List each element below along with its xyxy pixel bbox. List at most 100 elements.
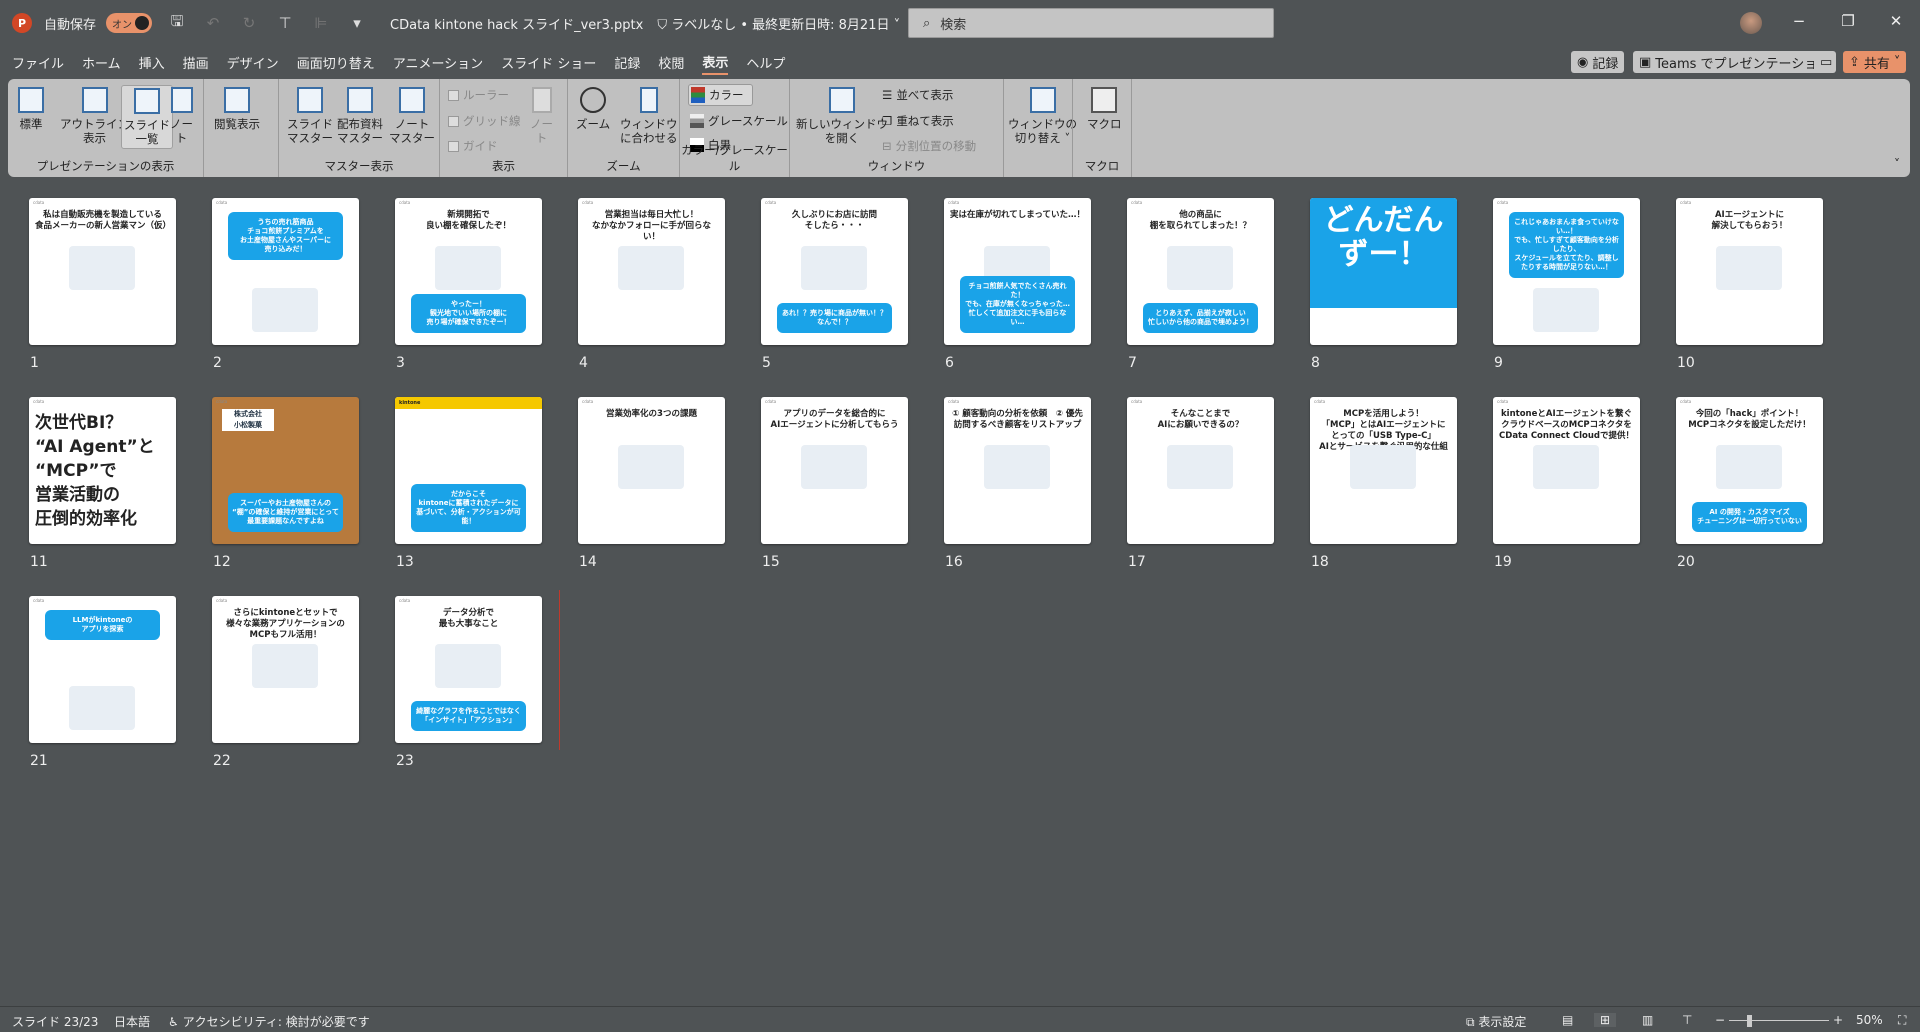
- comment-icon: ▭: [1820, 54, 1833, 70]
- avatar[interactable]: [1740, 12, 1762, 34]
- notes-page-button[interactable]: ノー ト: [168, 85, 195, 147]
- sensitivity-label[interactable]: ⛉ ラベルなし • 最終更新日時: 8月21日 ˅: [657, 14, 900, 33]
- zoom-out-button[interactable]: −: [1715, 1013, 1725, 1027]
- tab-file[interactable]: ファイル: [12, 53, 64, 74]
- slide-illustration: [252, 288, 318, 332]
- slide-thumbnail[interactable]: cdatakintoneだからこそ kintoneに蓄積されたデータに 基づいて…: [395, 397, 542, 544]
- handout-master-button[interactable]: 配布資料 マスター: [335, 85, 385, 147]
- record-button[interactable]: ◉ 記録: [1571, 51, 1625, 73]
- tab-slideshow[interactable]: スライド ショー: [501, 53, 596, 74]
- tab-view[interactable]: 表示: [702, 52, 729, 75]
- present-in-teams-button[interactable]: ▣ Teams でプレゼンテーション: [1633, 51, 1837, 73]
- tab-review[interactable]: 校閲: [658, 53, 684, 74]
- move-split-label: 分割位置の移動: [895, 139, 977, 153]
- zoom-slider-thumb[interactable]: [1747, 1015, 1752, 1027]
- zoom-in-button[interactable]: +: [1833, 1013, 1843, 1027]
- tab-help[interactable]: ヘルプ: [746, 53, 785, 74]
- tab-animations[interactable]: アニメーション: [393, 53, 483, 74]
- reading-view-button[interactable]: 閲覧表示: [212, 85, 262, 133]
- restore-button[interactable]: ❐: [1833, 12, 1863, 30]
- cascade-button[interactable]: ❐ 重ねて表示: [882, 113, 954, 129]
- undo-icon[interactable]: ↶: [202, 14, 224, 32]
- slide-callout: AI の開発・カスタマイズ チューニングは一切行っていない: [1692, 502, 1807, 532]
- slide-thumbnail[interactable]: cdata kintoneとAIエージェントを繋ぐ クラウドベースのMCPコネクタ…: [1493, 397, 1640, 544]
- tab-draw[interactable]: 描画: [183, 53, 209, 74]
- minimize-button[interactable]: −: [1784, 12, 1814, 30]
- slide-thumbnail[interactable]: cdata ① 顧客動向の分析を依頼 ② 優先訪問するべき顧客をリストアップ: [944, 397, 1091, 544]
- slide-thumbnail[interactable]: cdata LLMがkintoneの アプリを探索: [29, 596, 176, 743]
- slide-logo: cdata: [399, 598, 411, 603]
- notes-button[interactable]: ノー ト: [528, 85, 555, 147]
- slide-thumbnail[interactable]: cdataどんだん ずー！: [1310, 198, 1457, 345]
- save-icon[interactable]: 🖫: [166, 11, 188, 36]
- macros-button[interactable]: マクロ: [1085, 85, 1124, 133]
- document-title[interactable]: CData kintone hack スライド_ver3.pptx: [390, 14, 643, 33]
- slide-thumbnail[interactable]: cdata MCPを活用しよう！ 「MCP」とはAIエージェントに とっての「US…: [1310, 397, 1457, 544]
- comments-button[interactable]: ▭: [1814, 51, 1834, 73]
- tab-record[interactable]: 記録: [614, 53, 640, 74]
- align-icon[interactable]: ⊫: [310, 14, 332, 32]
- tab-transitions[interactable]: 画面切り替え: [297, 53, 375, 74]
- slide-thumbnail[interactable]: cdata 今回の「hack」ポイント！ MCPコネクタを設定しただけ！ AI の開…: [1676, 397, 1823, 544]
- display-settings-button[interactable]: ⧉ 表示設定: [1466, 1013, 1526, 1030]
- guides-checkbox[interactable]: ガイド: [448, 138, 498, 154]
- slide-sorter-status-icon[interactable]: ⊞: [1594, 1013, 1617, 1027]
- zoom-button[interactable]: ズーム: [574, 85, 612, 133]
- group-window: 新しいウィンドウ を開く ☰ 並べて表示 ❐ 重ねて表示 ⊟ 分割位置の移動 ウィンド…: [790, 79, 1004, 177]
- notes-master-button[interactable]: ノート マスター: [387, 85, 437, 147]
- slide-sorter-button[interactable]: スライド 一覧: [121, 85, 173, 149]
- slide-thumbnail[interactable]: cdata 私は自動販売機を製造している 食品メーカーの新人営業マン（仮）: [29, 198, 176, 345]
- autosave-toggle[interactable]: オン: [106, 13, 153, 33]
- switch-windows-button[interactable]: ウィンドウの 切り替え ˅: [1006, 85, 1079, 147]
- slide-thumbnail[interactable]: cdata 営業効率化の3つの課題: [578, 397, 725, 544]
- color-button[interactable]: カラー: [688, 84, 753, 106]
- slideshow-status-icon[interactable]: ⊤: [1682, 1013, 1692, 1027]
- tab-insert[interactable]: 挿入: [139, 53, 165, 74]
- slide-thumbnail[interactable]: cdata 次世代BI？ “AI Agent”と “MCP”で 営業活動の 圧倒的…: [29, 397, 176, 544]
- slide-thumbnail[interactable]: cdata 実は在庫が切れてしまっていた…！ チョコ煎餅人気でたくさん売れた！ でも…: [944, 198, 1091, 345]
- slide-master-button[interactable]: スライド マスター: [285, 85, 335, 147]
- zoom-slider[interactable]: [1729, 1020, 1829, 1021]
- redo-icon[interactable]: ↻: [238, 14, 260, 32]
- fit-slide-icon[interactable]: ⛶: [1898, 1013, 1906, 1028]
- slide-thumbnail[interactable]: cdata アプリのデータを総合的に AIエージェントに分析してもらう: [761, 397, 908, 544]
- status-bar: スライド 23/23 日本語 ♿ アクセシビリティ: 検討が必要です ⧉ 表示設…: [0, 1006, 1920, 1032]
- zoom-level[interactable]: 50%: [1856, 1013, 1883, 1027]
- close-button[interactable]: ✕: [1881, 12, 1911, 30]
- move-split-button[interactable]: ⊟ 分割位置の移動: [882, 138, 976, 154]
- normal-view-button[interactable]: 標準: [16, 85, 46, 133]
- customize-quick-access-icon[interactable]: ▾: [346, 14, 368, 32]
- new-window-button[interactable]: 新しいウィンドウ を開く: [794, 85, 890, 147]
- search-input[interactable]: ⌕ 検索: [908, 8, 1274, 38]
- grayscale-button[interactable]: グレースケール: [690, 113, 788, 129]
- slide-counter[interactable]: スライド 23/23: [12, 1013, 98, 1030]
- slide-thumbnail[interactable]: cdata これじゃあおまんま食っていけない…！ でも、忙しすぎて顧客動向を分析し…: [1493, 198, 1640, 345]
- slide-number: 5: [762, 355, 771, 371]
- slide-thumbnail[interactable]: cdata うちの売れ筋商品 チョコ煎餅プレミアムを お土産物屋さんやスーパーに …: [212, 198, 359, 345]
- slide-thumbnail[interactable]: cdata 久しぶりにお店に訪問 そしたら・・・ あれ！？売り場に商品が無い！？ な…: [761, 198, 908, 345]
- slide-thumbnail[interactable]: cdata さらにkintoneとセットで 様々な業務アプリケーションの MCPも…: [212, 596, 359, 743]
- slide-thumbnail[interactable]: cdata 営業担当は毎日大忙し！ なかなかフォローに手が回らない！: [578, 198, 725, 345]
- present-from-start-icon[interactable]: ⊤: [274, 14, 296, 32]
- tab-design[interactable]: デザイン: [227, 53, 279, 74]
- slide-illustration: [435, 644, 501, 688]
- fit-to-window-button[interactable]: ウィンドウ に合わせる: [618, 85, 680, 147]
- slide-thumbnail[interactable]: cdata データ分析で 最も大事なこと 綺麗なグラフを作ることではなく 「インサイ…: [395, 596, 542, 743]
- slide-thumbnail[interactable]: cdata AIエージェントに 解決してもらおう！: [1676, 198, 1823, 345]
- tab-home[interactable]: ホーム: [82, 53, 121, 74]
- language[interactable]: 日本語: [114, 1013, 150, 1030]
- slide-thumbnail[interactable]: cdata そんなことまで AIにお願いできるの？: [1127, 397, 1274, 544]
- slide-thumbnail[interactable]: cdata 他の商品に 棚を取られてしまった！？ とりあえず、品揃えが寂しい 忙しい…: [1127, 198, 1274, 345]
- ruler-checkbox[interactable]: ルーラー: [448, 87, 509, 103]
- share-button[interactable]: ⇪ 共有 ˅: [1843, 51, 1907, 73]
- collapse-ribbon-icon[interactable]: ˅: [1894, 157, 1900, 171]
- reading-view-status-icon[interactable]: ▥: [1642, 1013, 1653, 1027]
- gridlines-checkbox[interactable]: グリッド線: [448, 113, 521, 129]
- slide-thumbnail[interactable]: cdata 株式会社 小松製菓 スーパーやお土産物屋さんの “棚”の確保と維持が営業…: [212, 397, 359, 544]
- group-label: 表示: [492, 159, 515, 173]
- slide-thumbnail[interactable]: cdata 新規開拓で 良い棚を確保したぞ！ やったー！ 観光地でいい場所の棚に 売…: [395, 198, 542, 345]
- arrange-all-button[interactable]: ☰ 並べて表示: [882, 87, 953, 103]
- normal-view-status-icon[interactable]: ▤: [1562, 1013, 1573, 1027]
- accessibility-status[interactable]: ♿ アクセシビリティ: 検討が必要です: [168, 1013, 370, 1030]
- ribbon-tabs: ファイル ホーム 挿入 描画 デザイン 画面切り替え アニメーション スライド …: [0, 50, 1920, 76]
